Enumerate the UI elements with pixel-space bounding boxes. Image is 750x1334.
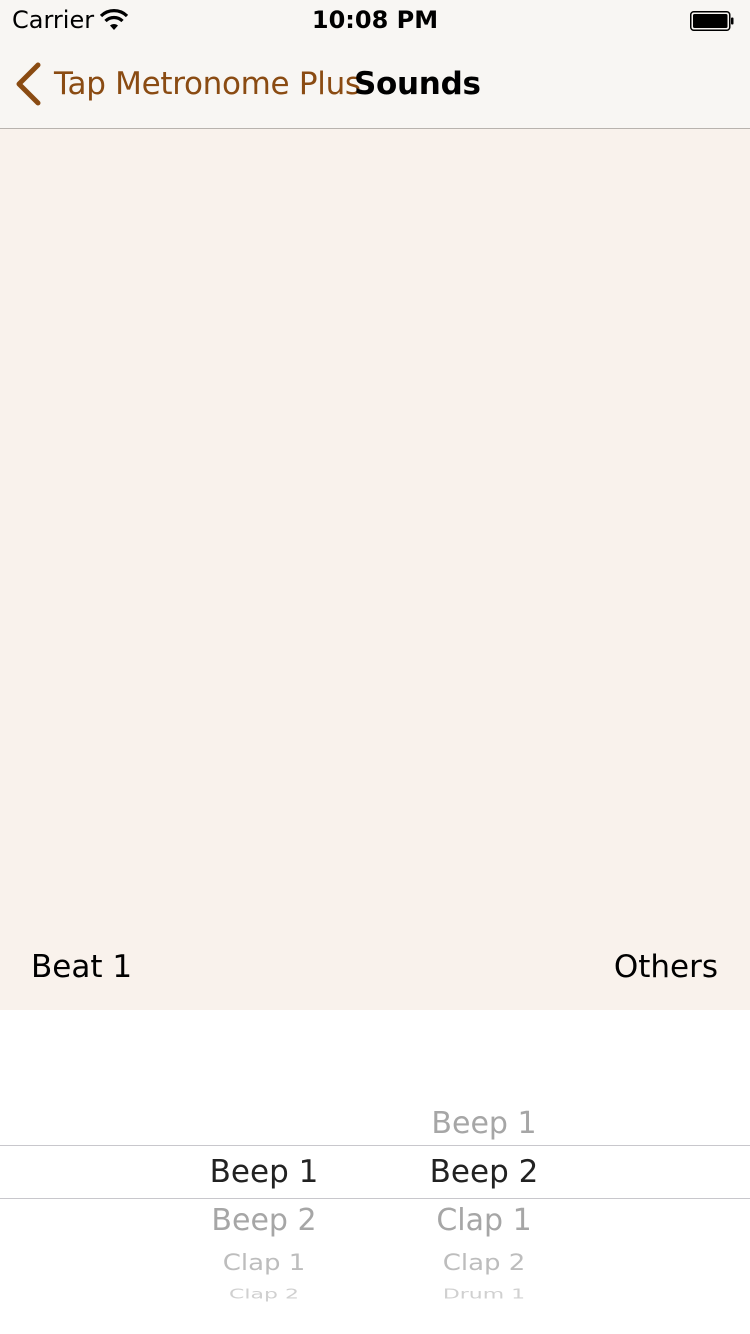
- beat1-picker-selected[interactable]: Beep 1: [154, 1154, 374, 1190]
- others-picker-option[interactable]: Clap 1: [374, 1203, 594, 1238]
- others-picker-selected[interactable]: Beep 2: [374, 1154, 594, 1190]
- beat1-column-label: Beat 1: [31, 949, 133, 985]
- others-column-label: Others: [613, 949, 718, 985]
- navigation-bar: Tap Metronome Plus Sounds: [0, 40, 750, 129]
- status-time: 10:08 PM: [311, 6, 439, 34]
- battery-icon: [690, 11, 734, 31]
- back-button[interactable]: Tap Metronome Plus: [14, 60, 361, 108]
- beat1-picker-option[interactable]: Clap 2: [154, 1287, 374, 1302]
- chevron-left-icon: [16, 62, 41, 106]
- beat1-picker-option[interactable]: Beep 2: [154, 1203, 374, 1238]
- beat1-picker-option[interactable]: Clap 1: [154, 1250, 374, 1276]
- sound-picker[interactable]: Beep 1 Beep 2 Clap 1 Clap 2 Beep 1 Beep …: [0, 1010, 750, 1334]
- status-bar: Carrier 10:08 PM: [0, 0, 750, 40]
- page-title: Sounds: [354, 66, 481, 102]
- others-picker-option[interactable]: Drum 1: [374, 1287, 594, 1302]
- others-picker-option[interactable]: Beep 1: [374, 1106, 594, 1141]
- back-button-label: Tap Metronome Plus: [54, 66, 361, 102]
- content-area: Beat 1 Others: [0, 129, 750, 1010]
- selection-bottom-divider: [0, 1198, 750, 1199]
- selection-top-divider: [0, 1145, 750, 1146]
- others-picker-option[interactable]: Clap 2: [374, 1250, 594, 1276]
